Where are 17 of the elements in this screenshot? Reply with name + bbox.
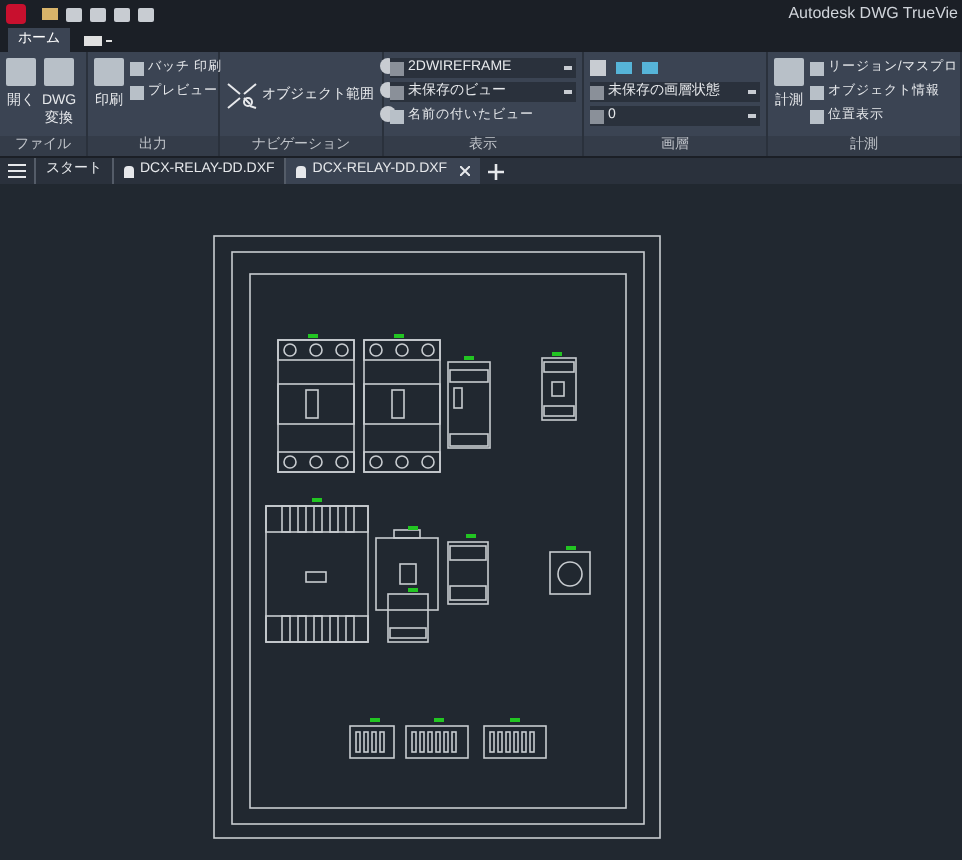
caret-icon xyxy=(564,66,572,70)
caret-icon xyxy=(748,114,756,118)
window-icon xyxy=(84,35,102,45)
document-icon xyxy=(774,58,804,86)
window-title: Autodesk DWG TrueVie xyxy=(788,2,958,26)
caret-icon xyxy=(748,90,756,94)
lock-icon xyxy=(124,165,134,177)
document-icon xyxy=(44,58,75,86)
document-icon xyxy=(6,58,36,86)
caret-icon xyxy=(564,90,572,94)
close-icon[interactable] xyxy=(459,166,470,176)
add-icon[interactable] xyxy=(487,163,504,179)
lock-icon xyxy=(296,165,307,177)
document-icon xyxy=(94,58,124,86)
zoom-extents-icon xyxy=(226,82,258,110)
document-icon xyxy=(390,109,404,123)
menu-icon[interactable] xyxy=(8,164,26,178)
